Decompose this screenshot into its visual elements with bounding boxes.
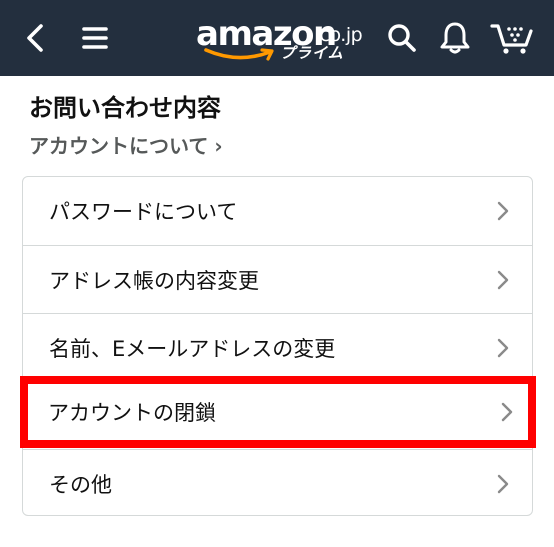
option-label: 名前、Eメールアドレスの変更: [49, 336, 336, 361]
breadcrumb-label: アカウントについて: [29, 134, 209, 158]
inquiry-options-list: パスワードについて アドレス帳の内容変更 名前、Eメールアドレスの変更 その他: [22, 176, 533, 516]
option-password[interactable]: パスワードについて: [23, 177, 532, 245]
highlight-box: アカウントの閉鎖: [20, 376, 536, 448]
option-close-account[interactable]: アカウントの閉鎖: [28, 384, 528, 440]
option-label: その他: [49, 472, 112, 497]
chevron-right-icon: [497, 338, 509, 357]
hamburger-menu-icon[interactable]: [78, 0, 112, 76]
cart-icon[interactable]: [488, 0, 536, 76]
breadcrumb-chevron-icon: ›: [214, 134, 223, 158]
option-address-book[interactable]: アドレス帳の内容変更: [23, 245, 532, 313]
option-label: アドレス帳の内容変更: [49, 268, 259, 293]
back-chevron-icon[interactable]: [18, 0, 52, 76]
chevron-right-icon: [501, 402, 513, 422]
amazon-prime-logo[interactable]: amazon .co.jp プライム: [196, 14, 363, 66]
chevron-right-icon: [497, 474, 509, 493]
logo-domain: .co.jp: [314, 24, 363, 46]
chevron-right-icon: [497, 201, 509, 221]
option-other[interactable]: その他: [23, 449, 532, 517]
page-title: お問い合わせ内容: [29, 94, 221, 122]
chevron-right-icon: [497, 270, 509, 289]
option-label: アカウントの閉鎖: [48, 401, 216, 425]
breadcrumb[interactable]: アカウントについて ›: [29, 132, 223, 160]
search-icon[interactable]: [384, 0, 420, 76]
top-navigation-bar: amazon .co.jp プライム: [0, 0, 554, 76]
notification-bell-icon[interactable]: [436, 0, 474, 76]
option-name-email[interactable]: 名前、Eメールアドレスの変更: [23, 313, 532, 381]
logo-prime-label: プライム: [280, 44, 344, 62]
smile-arrow-icon: [204, 48, 274, 61]
option-label: パスワードについて: [49, 200, 238, 224]
